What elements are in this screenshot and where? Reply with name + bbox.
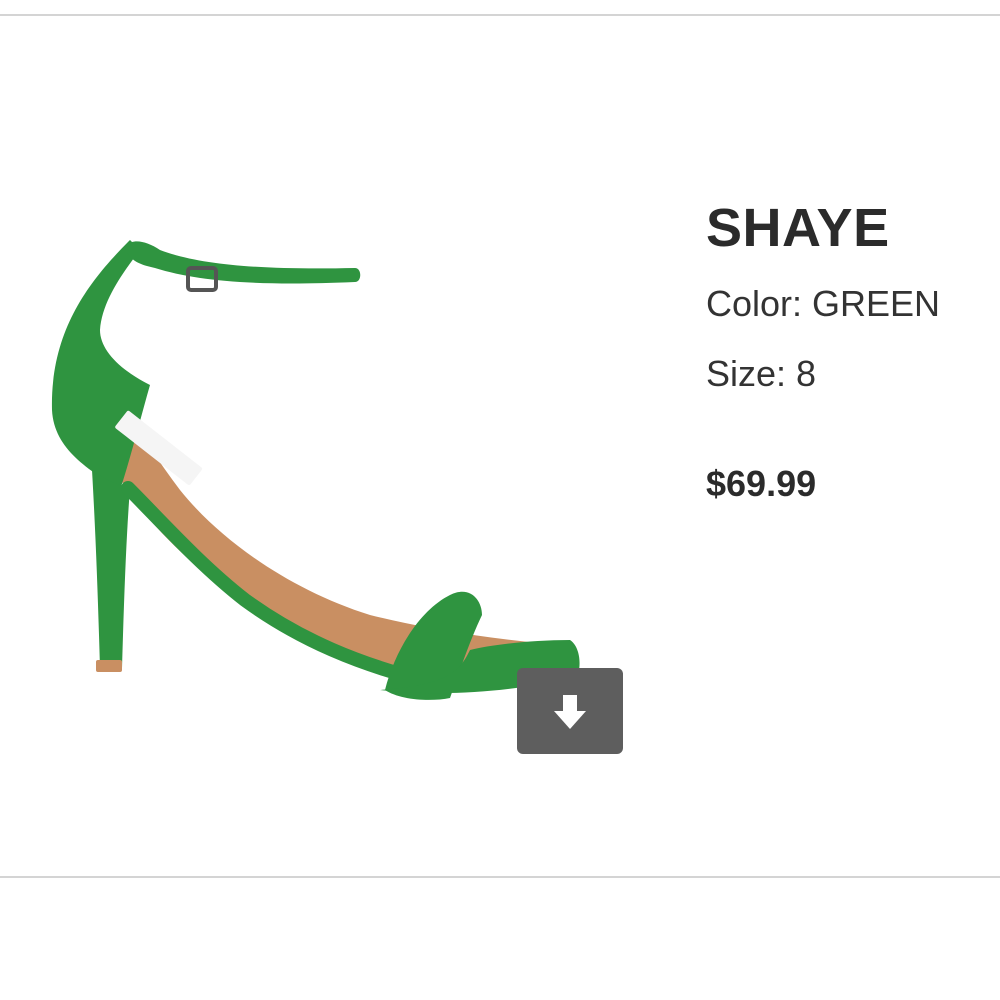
product-color: Color: GREEN bbox=[706, 283, 941, 324]
product-name[interactable]: SHAYE bbox=[706, 196, 996, 260]
product-price: $69.99 bbox=[706, 463, 817, 504]
product-image[interactable] bbox=[30, 220, 630, 740]
download-button[interactable] bbox=[517, 668, 623, 754]
order-item-card: SHAYE Color: GREEN Size: 8 $69.99 bbox=[0, 0, 1000, 1000]
download-arrow-icon bbox=[554, 695, 586, 729]
heel-tip bbox=[96, 660, 122, 672]
product-details: SHAYE Color: GREEN Size: 8 $69.99 bbox=[706, 196, 996, 506]
top-divider bbox=[0, 14, 1000, 16]
bottom-divider bbox=[0, 876, 1000, 878]
sandal-stiletto-heel bbox=[92, 470, 130, 668]
sandal-ankle-strap bbox=[125, 241, 361, 284]
product-size: Size: 8 bbox=[706, 353, 817, 394]
